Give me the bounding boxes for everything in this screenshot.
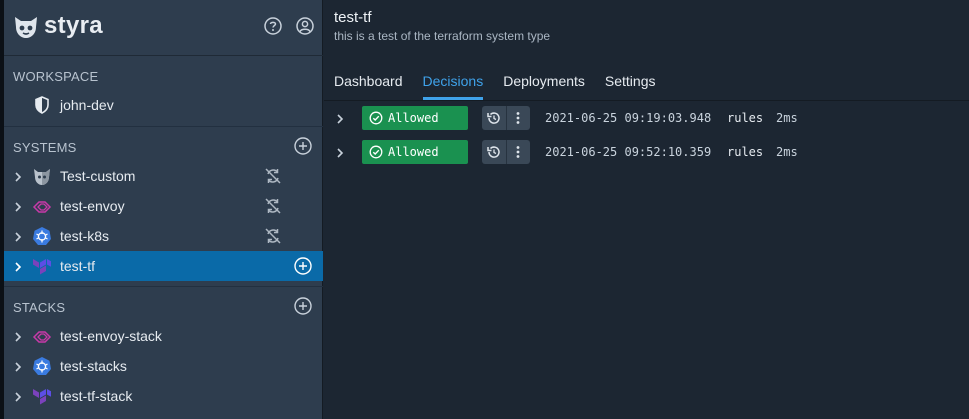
decision-actions bbox=[482, 106, 530, 130]
sidebar-item-label: test-stacks bbox=[60, 358, 127, 374]
decision-row[interactable]: Allowed 2021-06-25 09:19:03.948 rules 2m… bbox=[324, 105, 969, 131]
sidebar-item-test-stacks[interactable]: test-stacks bbox=[4, 351, 323, 381]
shield-icon bbox=[32, 95, 52, 115]
workspace-item[interactable]: john-dev bbox=[4, 90, 323, 120]
terraform-icon bbox=[32, 256, 52, 276]
sidebar-item-test-custom[interactable]: Test-custom bbox=[4, 161, 323, 191]
page-title: test-tf bbox=[334, 9, 372, 26]
kubernetes-icon bbox=[32, 356, 52, 376]
decision-duration: 2ms bbox=[776, 111, 798, 125]
divider bbox=[4, 286, 323, 287]
sidebar: styra WORKSPACE john-dev SYSTEMS Test-cu… bbox=[4, 0, 323, 419]
disconnected-icon[interactable] bbox=[263, 196, 283, 216]
replay-icon[interactable] bbox=[482, 140, 506, 164]
chevron-right-icon[interactable] bbox=[12, 260, 24, 272]
add-stack-icon[interactable] bbox=[293, 296, 313, 316]
kubernetes-icon bbox=[32, 226, 52, 246]
styra-logo-icon bbox=[12, 12, 40, 40]
sidebar-item-label: Test-custom bbox=[60, 168, 136, 184]
custom-system-icon bbox=[32, 166, 52, 186]
tab-deployments[interactable]: Deployments bbox=[493, 62, 595, 100]
divider bbox=[4, 55, 323, 56]
chevron-right-icon[interactable] bbox=[334, 112, 346, 124]
brand-name: styra bbox=[44, 12, 103, 39]
systems-section-title: SYSTEMS bbox=[13, 140, 77, 155]
brand[interactable]: styra bbox=[12, 12, 103, 40]
more-vertical-icon[interactable] bbox=[507, 106, 531, 130]
decision-path: rules bbox=[727, 111, 764, 125]
replay-icon[interactable] bbox=[482, 106, 506, 130]
stacks-section-title: STACKS bbox=[13, 300, 66, 315]
disconnected-icon[interactable] bbox=[263, 226, 283, 246]
sidebar-item-label: test-tf bbox=[60, 258, 96, 274]
decision-timestamp: 2021-06-25 09:19:03.948 bbox=[545, 111, 712, 125]
chevron-right-icon[interactable] bbox=[12, 230, 24, 242]
decision-timestamp: 2021-06-25 09:52:10.359 bbox=[545, 145, 712, 159]
decision-row[interactable]: Allowed 2021-06-25 09:52:10.359 rules 2m… bbox=[324, 139, 969, 165]
sidebar-item-test-envoy[interactable]: test-envoy bbox=[4, 191, 323, 221]
divider bbox=[324, 100, 969, 101]
tab-bar: Dashboard Decisions Deployments Settings bbox=[324, 62, 666, 100]
status-text: Allowed bbox=[388, 145, 439, 159]
disconnected-icon[interactable] bbox=[263, 166, 283, 186]
chevron-right-icon[interactable] bbox=[334, 146, 346, 158]
chevron-right-icon[interactable] bbox=[12, 330, 24, 342]
check-circle-icon bbox=[369, 145, 383, 159]
sidebar-item-label: test-k8s bbox=[60, 228, 110, 244]
sidebar-item-label: test-tf-stack bbox=[60, 388, 133, 404]
chevron-right-icon[interactable] bbox=[12, 360, 24, 372]
decision-duration: 2ms bbox=[776, 145, 798, 159]
envoy-icon bbox=[32, 196, 52, 216]
envoy-icon bbox=[32, 326, 52, 346]
sidebar-item-label: test-envoy bbox=[60, 198, 125, 214]
divider bbox=[4, 126, 323, 127]
workspace-label: john-dev bbox=[60, 97, 114, 113]
more-vertical-icon[interactable] bbox=[507, 140, 531, 164]
tab-decisions[interactable]: Decisions bbox=[413, 62, 494, 100]
chevron-right-icon[interactable] bbox=[12, 390, 24, 402]
sidebar-item-test-k8s[interactable]: test-k8s bbox=[4, 221, 323, 251]
check-circle-icon bbox=[369, 111, 383, 125]
main-panel: test-tf this is a test of the terraform … bbox=[324, 0, 969, 419]
account-icon[interactable] bbox=[295, 16, 315, 36]
status-badge: Allowed bbox=[362, 106, 468, 130]
add-icon[interactable] bbox=[293, 256, 313, 276]
decision-path: rules bbox=[727, 145, 764, 159]
terraform-icon bbox=[32, 386, 52, 406]
chevron-right-icon[interactable] bbox=[12, 170, 24, 182]
chevron-right-icon[interactable] bbox=[12, 200, 24, 212]
status-badge: Allowed bbox=[362, 140, 468, 164]
sidebar-item-test-envoy-stack[interactable]: test-envoy-stack bbox=[4, 321, 323, 351]
decision-actions bbox=[482, 140, 530, 164]
status-text: Allowed bbox=[388, 111, 439, 125]
page-subtitle: this is a test of the terraform system t… bbox=[334, 29, 551, 43]
add-system-icon[interactable] bbox=[293, 136, 313, 156]
tab-dashboard[interactable]: Dashboard bbox=[324, 62, 413, 100]
tab-settings[interactable]: Settings bbox=[595, 62, 666, 100]
sidebar-item-label: test-envoy-stack bbox=[60, 328, 162, 344]
sidebar-item-test-tf[interactable]: test-tf bbox=[4, 251, 323, 281]
workspace-section-title: WORKSPACE bbox=[13, 69, 99, 84]
help-icon[interactable] bbox=[263, 16, 283, 36]
sidebar-item-test-tf-stack[interactable]: test-tf-stack bbox=[4, 381, 323, 411]
